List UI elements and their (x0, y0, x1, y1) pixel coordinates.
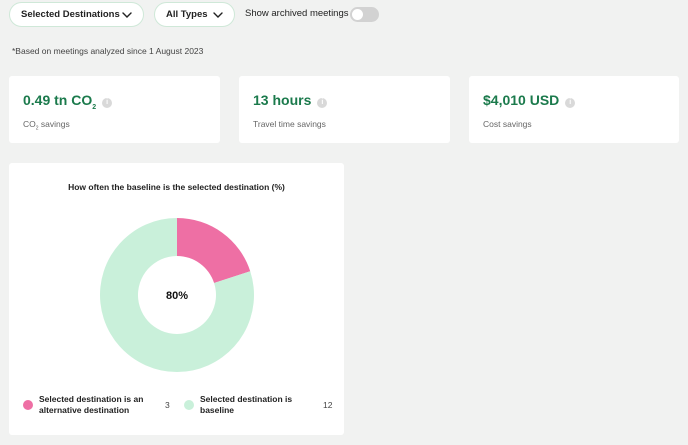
legend-item-baseline: Selected destination is baseline (184, 394, 310, 416)
donut-chart: 80% (100, 218, 254, 372)
destination-filter-label: Selected Destinations (21, 9, 120, 20)
travel-time-card: 13 hours i Travel time savings (239, 76, 450, 143)
chevron-down-icon (121, 9, 133, 21)
co2-value-subscript: 2 (92, 104, 97, 111)
baseline-chart-card: How often the baseline is the selected d… (9, 163, 344, 435)
legend-dot-mint (184, 400, 194, 410)
chart-title: How often the baseline is the selected d… (68, 182, 285, 192)
toggle-knob (352, 9, 363, 20)
legend-count-alternative: 3 (165, 400, 170, 410)
legend-label-baseline: Selected destination is baseline (200, 394, 293, 415)
co2-label-rest: savings (38, 119, 70, 129)
cost-savings-card: $4,010 USD i Cost savings (469, 76, 679, 143)
cost-savings-value-text: $4,010 USD (483, 92, 560, 108)
info-icon[interactable]: i (102, 98, 113, 108)
chevron-down-icon (212, 9, 224, 21)
info-icon[interactable]: i (317, 98, 328, 108)
co2-savings-value: 0.49 tn CO 2 i (23, 92, 113, 111)
legend-item-alternative: Selected destination is an alternative d… (23, 394, 154, 416)
type-filter-label: All Types (166, 9, 208, 20)
co2-savings-label: CO2 savings (23, 119, 70, 132)
destination-filter-dropdown[interactable]: Selected Destinations (9, 2, 144, 27)
legend-count-baseline: 12 (323, 400, 333, 410)
donut-slice-0[interactable] (177, 218, 251, 283)
co2-label-text: CO (23, 119, 36, 129)
archived-toggle-label: Show archived meetings (245, 8, 349, 19)
travel-time-label: Travel time savings (253, 119, 326, 129)
legend-label-alternative: Selected destination is an alternative d… (39, 394, 144, 415)
co2-value-text: 0.49 tn CO (23, 92, 93, 108)
travel-time-value-text: 13 hours (253, 92, 312, 108)
co2-savings-card: 0.49 tn CO 2 i CO2 savings (9, 76, 220, 143)
archived-meetings-toggle[interactable] (350, 7, 379, 22)
type-filter-dropdown[interactable]: All Types (154, 2, 235, 27)
cost-savings-value: $4,010 USD i (483, 92, 576, 109)
cost-savings-label: Cost savings (483, 119, 532, 129)
donut-center-label: 80% (166, 290, 188, 302)
analysis-note: *Based on meetings analyzed since 1 Augu… (12, 46, 204, 56)
travel-time-value: 13 hours i (253, 92, 328, 109)
info-icon[interactable]: i (565, 98, 576, 108)
legend-dot-pink (23, 400, 33, 410)
